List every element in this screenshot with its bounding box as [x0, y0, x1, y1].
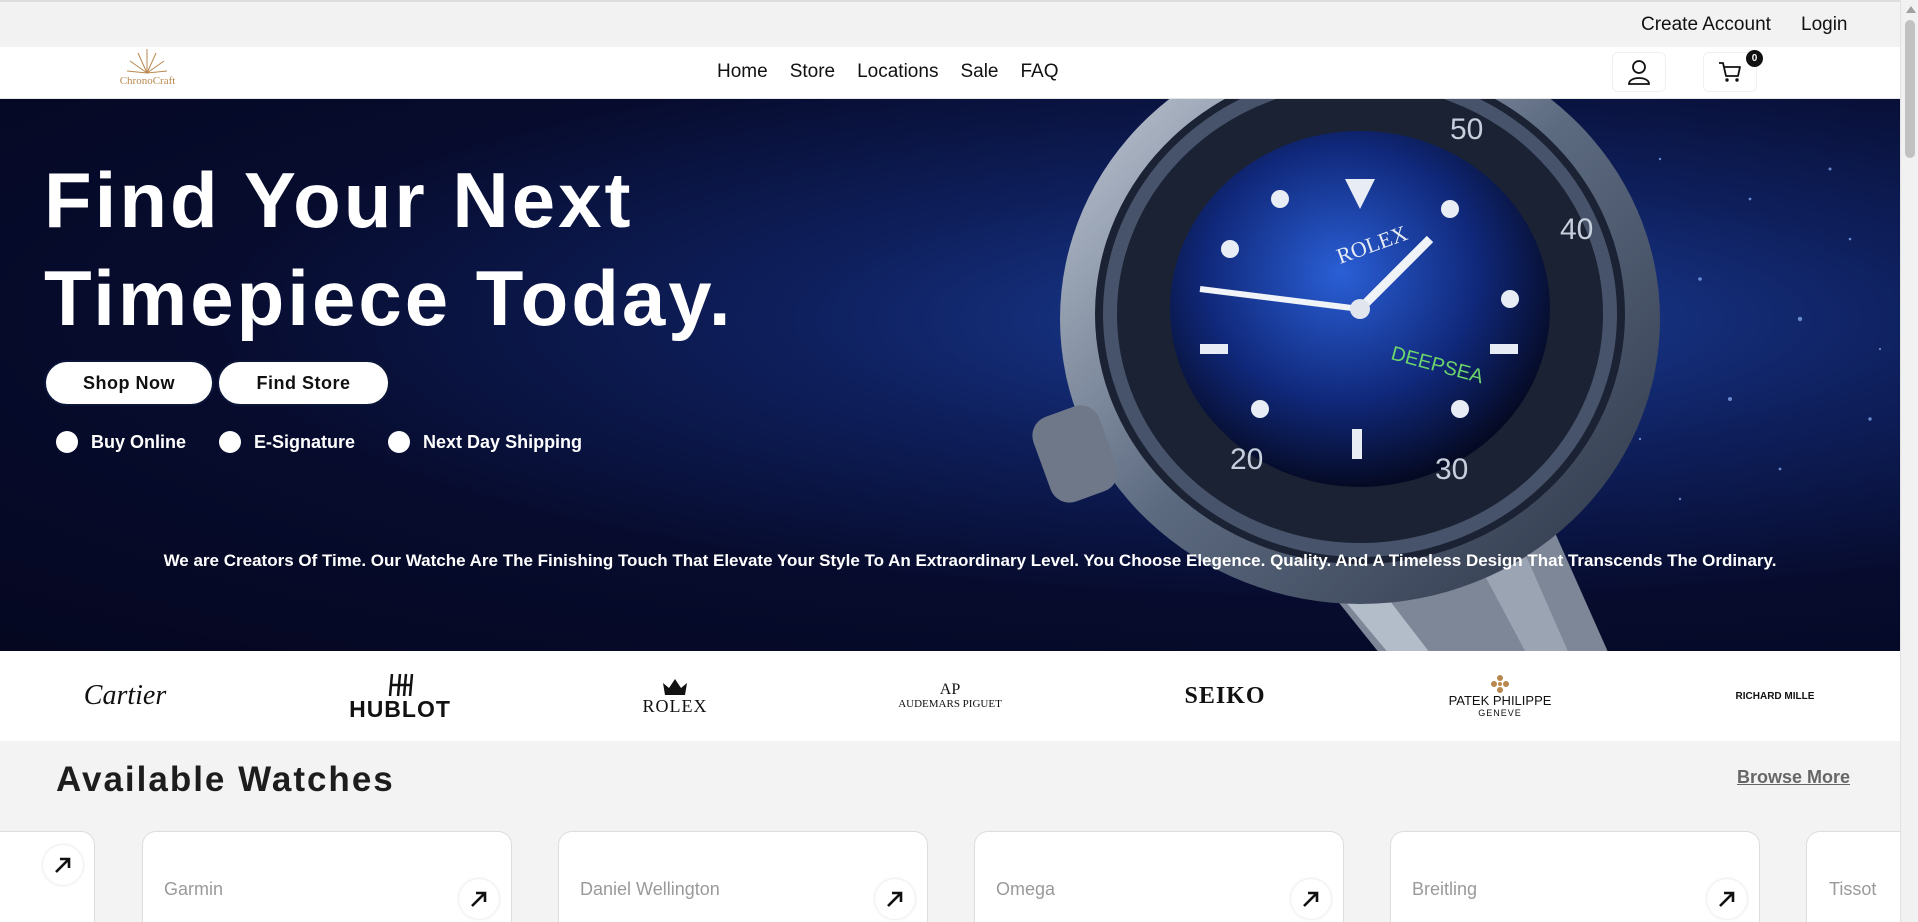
feature-list: Buy Online E-Signature Next Day Shipping — [56, 431, 615, 453]
brand-logos-strip: Cartier HUBLOT ROLEX AP AUDEMARS PIGUET … — [0, 651, 1900, 741]
hero-title-line-2: Timepiece Today. — [44, 254, 734, 342]
nav-locations[interactable]: Locations — [857, 61, 938, 83]
feature-buy-online: Buy Online — [56, 431, 186, 453]
watch-card-name: Tissot — [1829, 879, 1877, 899]
brand-name: AUDEMARS PIGUET — [898, 698, 1002, 710]
cart-count-badge: 0 — [1746, 50, 1763, 67]
brand-cartier-logo[interactable]: Cartier — [70, 651, 180, 741]
browse-more-link[interactable]: Browse More — [1737, 767, 1850, 788]
svg-text:50: 50 — [1450, 113, 1483, 146]
feature-label: Buy Online — [91, 431, 187, 452]
nav-store[interactable]: Store — [790, 61, 835, 83]
cart-icon — [1719, 62, 1741, 82]
top-utility-bar: Create Account Login — [0, 0, 1900, 47]
clock-rays-icon — [126, 49, 168, 74]
svg-text:20: 20 — [1230, 443, 1263, 476]
bullet-dot-icon — [219, 431, 242, 453]
ap-monogram: AP — [939, 681, 961, 698]
brand-name: RICHARD MILLE — [1735, 690, 1815, 702]
feature-next-day-shipping: Next Day Shipping — [388, 431, 582, 453]
hero-tagline: We are Creators Of Time. Our Watche Are … — [163, 551, 1777, 570]
scroll-thumb[interactable] — [1905, 20, 1915, 158]
find-store-button[interactable]: Find Store — [217, 360, 390, 406]
page: Create Account Login ChronoCraft Home St… — [0, 0, 1918, 922]
nav-sale[interactable]: Sale — [960, 61, 998, 83]
brand-name: HUBLOT — [349, 696, 451, 722]
shop-now-button[interactable]: Shop Now — [44, 360, 214, 406]
hero-title: Find Your Next Timepiece Today. — [44, 151, 734, 347]
arrow-up-right-icon — [471, 891, 487, 907]
crown-icon — [663, 679, 687, 695]
account-button[interactable] — [1612, 52, 1666, 92]
arrow-button[interactable] — [1291, 879, 1331, 919]
nav-home[interactable]: Home — [717, 61, 768, 83]
brand-rolex-logo[interactable]: ROLEX — [620, 651, 730, 741]
brand-patek-philippe-logo[interactable]: PATEK PHILIPPE GENEVE — [1440, 651, 1560, 741]
watch-card-name: Daniel Wellington — [580, 879, 720, 899]
watch-card-daniel-wellington[interactable]: Daniel Wellington — [558, 831, 928, 922]
hero-title-line-1: Find Your Next — [44, 156, 634, 244]
brand-name: Cartier — [83, 680, 167, 711]
feature-label: Next Day Shipping — [423, 431, 583, 452]
svg-text:40: 40 — [1560, 213, 1593, 246]
page-scrollbar[interactable] — [1900, 0, 1918, 922]
arrow-up-right-icon — [1719, 891, 1735, 907]
brand-name: SEIKO — [1184, 682, 1266, 709]
bullet-dot-icon — [56, 431, 78, 453]
bullet-dot-icon — [388, 431, 411, 453]
main-navbar: ChronoCraft Home Store Locations Sale FA… — [0, 47, 1900, 99]
watch-card-name: Breitling — [1412, 879, 1478, 899]
arrow-button[interactable] — [43, 845, 83, 885]
arrow-up-right-icon — [887, 891, 903, 907]
arrow-button[interactable] — [1707, 879, 1747, 919]
watch-card-garmin[interactable]: Garmin — [142, 831, 512, 922]
hero-banner: ROLEX DEEPSEA 40 30 20 50 Find Your Next… — [0, 99, 1900, 651]
brand-seiko-logo[interactable]: SEIKO — [1165, 651, 1285, 741]
arrow-up-right-icon — [1303, 891, 1319, 907]
scroll-up-arrow-icon[interactable] — [1906, 6, 1916, 13]
chronocraft-logo[interactable]: ChronoCraft — [110, 47, 185, 93]
brand-richard-mille-logo[interactable]: RICHARD MILLE — [1720, 651, 1830, 741]
nav-faq[interactable]: FAQ — [1020, 61, 1058, 83]
available-watches-title: Available Watches — [56, 760, 395, 799]
brand-name: ROLEX — [642, 696, 708, 716]
logo-text: ChronoCraft — [119, 75, 176, 87]
brand-audemars-piguet-logo[interactable]: AP AUDEMARS PIGUET — [890, 651, 1010, 741]
arrow-button[interactable] — [459, 879, 499, 919]
svg-text:30: 30 — [1435, 453, 1468, 486]
create-account-link[interactable]: Create Account — [1641, 14, 1771, 36]
watch-card-omega[interactable]: Omega — [974, 831, 1344, 922]
nav-links: Home Store Locations Sale FAQ — [717, 61, 1081, 83]
feature-label: E-Signature — [254, 431, 356, 452]
watch-card-tissot[interactable]: Tissot — [1806, 831, 1900, 922]
arrow-up-right-icon — [55, 857, 71, 873]
hublot-h-icon — [388, 673, 414, 697]
watch-card-name: Omega — [996, 879, 1056, 899]
brand-name: PATEK PHILIPPE — [1448, 693, 1552, 708]
watch-card-breitling[interactable]: Breitling — [1390, 831, 1760, 922]
feature-e-signature: E-Signature — [219, 431, 355, 453]
brand-hublot-logo[interactable]: HUBLOT — [340, 651, 460, 741]
brand-subtitle: GENEVE — [1478, 708, 1522, 718]
login-link[interactable]: Login — [1801, 14, 1848, 36]
user-icon — [1628, 60, 1650, 85]
calatrava-cross-icon — [1491, 675, 1509, 693]
arrow-button[interactable] — [875, 879, 915, 919]
watch-card-partial[interactable] — [0, 831, 95, 922]
watch-card-name: Garmin — [164, 879, 224, 899]
